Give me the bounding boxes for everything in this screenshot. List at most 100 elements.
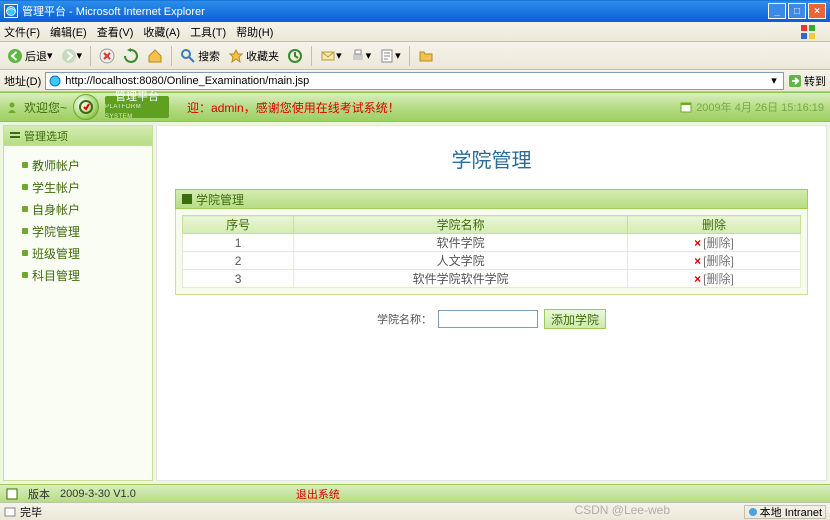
cell-delete: ×[删除] [627,234,800,252]
menu-view[interactable]: 查看(V) [97,24,134,40]
status-text: 完毕 [20,504,42,520]
panel-header: 学院管理 [175,189,808,209]
folder-button[interactable] [415,45,437,67]
refresh-button[interactable] [120,45,142,67]
bullet-icon [22,250,28,256]
x-icon: × [694,272,701,286]
content-area: 学院管理 学院管理 序号 学院名称 删除 1软件学院 ×[删除] 2人文学院 ×[删除… [156,125,827,481]
zone-indicator: 本地 Intranet [744,505,826,519]
sidebar-item-class[interactable]: 班级管理 [4,242,152,264]
sidebar-header: 管理选项 [4,126,152,146]
add-college-button[interactable]: 添加学院 [544,309,606,329]
delete-link[interactable]: ×[删除] [694,272,734,286]
globe-icon [748,507,758,517]
col-delete: 删除 [627,216,800,234]
table-row: 2人文学院 ×[删除] [183,252,801,270]
college-panel: 学院管理 序号 学院名称 删除 1软件学院×[删除]2人文学院×[删除]3软件学… [175,189,808,295]
notice-text: 迎：admin，感谢您使用在线考试系统！ [187,99,674,116]
sidebar: 管理选项 教师帐户 学生帐户 自身帐户 学院管理 班级管理 科目管理 [3,125,153,481]
bullet-icon [22,272,28,278]
stop-button[interactable] [96,45,118,67]
add-college-form: 学院名称： 添加学院 [175,309,808,329]
bullet-icon [22,162,28,168]
search-button[interactable]: 搜索 [177,45,223,67]
windows-flag-icon [800,24,816,40]
menu-edit[interactable]: 编辑(E) [50,24,87,40]
cell-delete: ×[删除] [627,270,800,288]
edit-button[interactable]: ▾ [376,45,404,67]
cell-id: 3 [183,270,294,288]
window-title: 管理平台 - Microsoft Internet Explorer [22,3,768,19]
calendar-icon [680,101,692,113]
cell-name: 软件学院 [294,234,628,252]
home-button[interactable] [144,45,166,67]
sidebar-item-self[interactable]: 自身帐户 [4,198,152,220]
address-bar: 地址(D) http://localhost:8080/Online_Exami… [0,70,830,92]
x-icon: × [694,254,701,268]
ie-icon [4,4,18,18]
table-row: 3软件学院软件学院 ×[删除] [183,270,801,288]
cell-name: 软件学院软件学院 [294,270,628,288]
minimize-button[interactable]: _ [768,3,786,19]
cell-id: 1 [183,234,294,252]
sidebar-items: 教师帐户 学生帐户 自身帐户 学院管理 班级管理 科目管理 [4,146,152,294]
version-icon [6,488,18,500]
watermark: CSDN @Lee-web [574,503,670,517]
go-button[interactable]: 转到 [788,72,826,90]
menu-favorites[interactable]: 收藏(A) [143,24,180,40]
bullet-icon [22,228,28,234]
version-bar: 版本 2009-3-30 V1.0 退出系统 [0,484,830,502]
delete-link[interactable]: ×[删除] [694,236,734,250]
x-icon: × [694,236,701,250]
address-input[interactable]: http://localhost:8080/Online_Examination… [45,72,784,90]
menu-file[interactable]: 文件(F) [4,24,40,40]
version-label: 版本 [28,486,50,502]
window-titlebar: 管理平台 - Microsoft Internet Explorer _ □ × [0,0,830,22]
college-name-input[interactable] [438,310,538,328]
ie-toolbar: 后退 ▾ ▾ 搜索 收藏夹 ▾ ▾ ▾ [0,42,830,70]
logo-icon [73,94,99,120]
mail-button[interactable]: ▾ [317,45,345,67]
address-label: 地址(D) [4,73,41,89]
history-button[interactable] [284,45,306,67]
panel-icon [182,194,192,204]
cell-delete: ×[删除] [627,252,800,270]
back-button[interactable]: 后退 ▾ [4,45,56,67]
logout-link[interactable]: 退出系统 [296,486,340,502]
close-button[interactable]: × [808,3,826,19]
brand-badge: 管理平台PLATFORM SYSTEM [105,96,169,118]
favorites-button[interactable]: 收藏夹 [225,45,282,67]
cell-name: 人文学院 [294,252,628,270]
sidebar-item-subject[interactable]: 科目管理 [4,264,152,286]
sidebar-item-teacher[interactable]: 教师帐户 [4,154,152,176]
col-id: 序号 [183,216,294,234]
delete-link[interactable]: ×[删除] [694,254,734,268]
menu-help[interactable]: 帮助(H) [236,24,273,40]
forward-button[interactable]: ▾ [58,45,86,67]
col-name: 学院名称 [294,216,628,234]
done-icon [4,506,16,518]
ie-statusbar: 完毕 CSDN @Lee-web 本地 Intranet [0,502,830,520]
address-dropdown-icon[interactable]: ▾ [767,74,781,87]
page-title: 学院管理 [175,144,808,173]
cell-id: 2 [183,252,294,270]
maximize-button[interactable]: □ [788,3,806,19]
list-icon [10,131,20,141]
bullet-icon [22,184,28,190]
app-main: 管理选项 教师帐户 学生帐户 自身帐户 学院管理 班级管理 科目管理 学院管理 … [0,122,830,484]
table-row: 1软件学院 ×[删除] [183,234,801,252]
favicon-icon [48,74,62,88]
menu-bar: 文件(F) 编辑(E) 查看(V) 收藏(A) 工具(T) 帮助(H) [0,22,830,42]
bullet-icon [22,206,28,212]
sidebar-item-student[interactable]: 学生帐户 [4,176,152,198]
app-header: 欢迎您~ 管理平台PLATFORM SYSTEM 迎：admin，感谢您使用在线… [0,92,830,122]
address-url: http://localhost:8080/Online_Examination… [65,75,767,87]
print-button[interactable]: ▾ [347,45,375,67]
menu-tools[interactable]: 工具(T) [190,24,226,40]
user-icon [6,101,18,113]
datetime-display: 2009年 4月 26日 15:16:19 [680,99,824,115]
college-table: 序号 学院名称 删除 1软件学院×[删除]2人文学院×[删除]3软件学院软件学院… [182,215,801,288]
welcome-text: 欢迎您~ [24,99,67,116]
version-value: 2009-3-30 V1.0 [60,488,136,500]
sidebar-item-college[interactable]: 学院管理 [4,220,152,242]
